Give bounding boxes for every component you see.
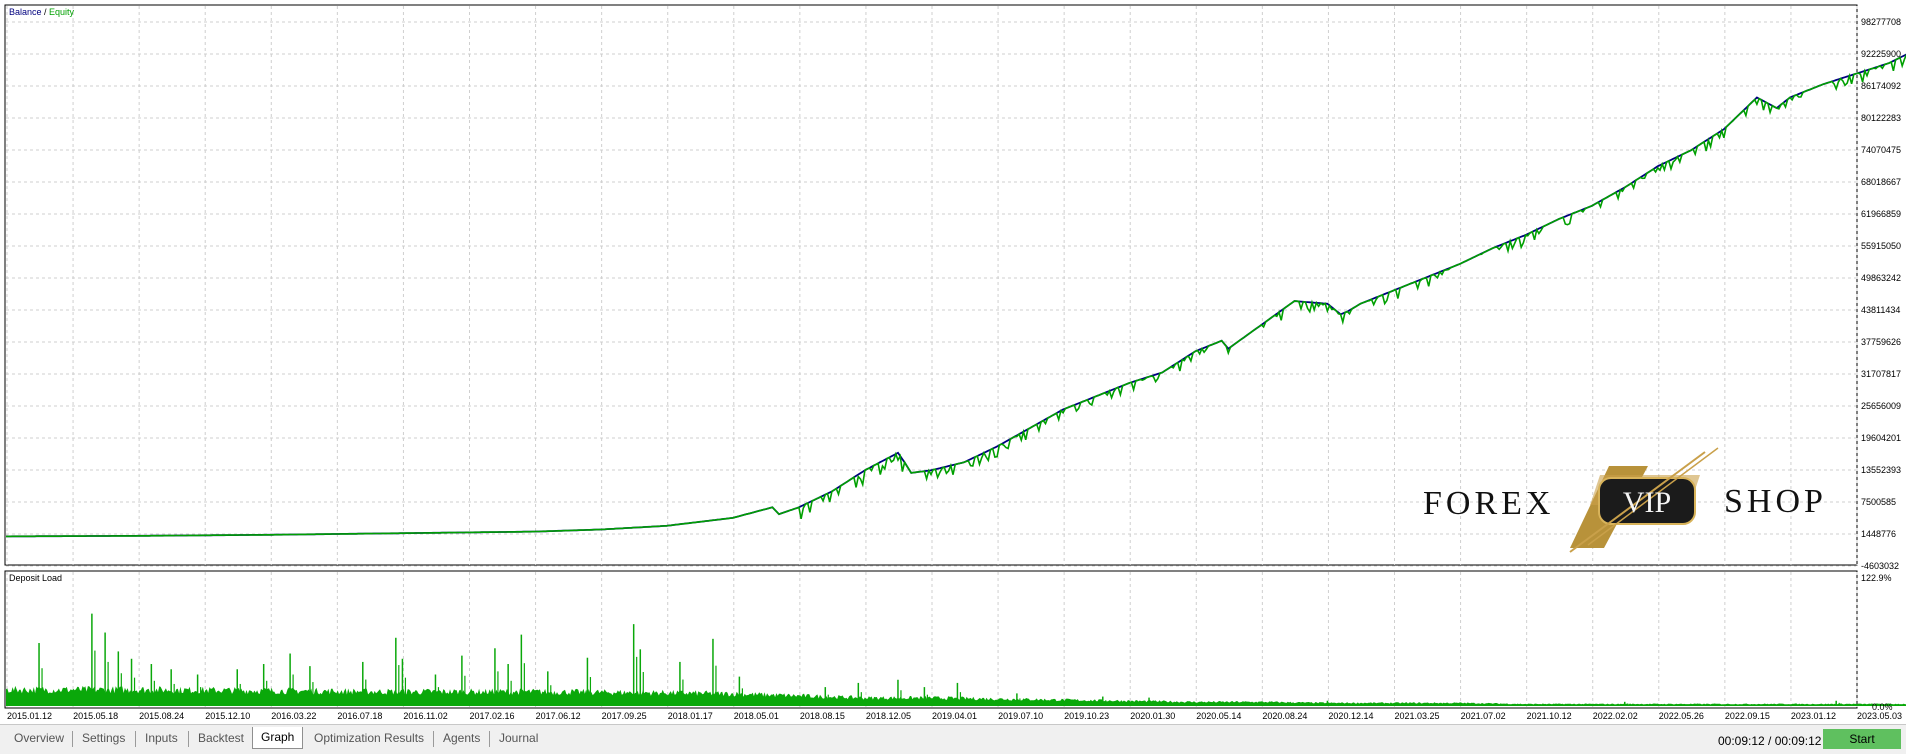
x-axis-ticks: 2015.01.12 2015.05.18 2015.08.24 2015.12.10… bbox=[7, 711, 1902, 721]
elapsed-timer: 00:09:12 / 00:09:12 bbox=[1718, 734, 1822, 748]
tab-agents[interactable]: Agents bbox=[435, 728, 488, 748]
tab-settings[interactable]: Settings bbox=[74, 728, 133, 748]
x-tick-label: 2018.05.01 bbox=[734, 711, 779, 721]
tab-separator bbox=[135, 731, 136, 747]
tab-inputs[interactable]: Inputs bbox=[137, 728, 186, 748]
x-tick-label: 2016.03.22 bbox=[271, 711, 316, 721]
x-tick-label: 2020.05.14 bbox=[1196, 711, 1241, 721]
x-tick-label: 2018.01.17 bbox=[668, 711, 713, 721]
start-button[interactable]: Start bbox=[1823, 729, 1901, 749]
x-tick-label: 2019.04.01 bbox=[932, 711, 977, 721]
tab-separator bbox=[433, 731, 434, 747]
tab-overview[interactable]: Overview bbox=[6, 728, 72, 748]
tab-journal[interactable]: Journal bbox=[491, 728, 546, 748]
x-tick-label: 2016.07.18 bbox=[337, 711, 382, 721]
x-tick-label: 2015.05.18 bbox=[73, 711, 118, 721]
tab-optimization-results[interactable]: Optimization Results bbox=[306, 728, 432, 748]
tester-tab-bar: Overview Settings Inputs Backtest Graph … bbox=[0, 724, 1906, 754]
x-tick-label: 2017.02.16 bbox=[470, 711, 515, 721]
tab-separator bbox=[188, 731, 189, 747]
x-tick-label: 2022.05.26 bbox=[1659, 711, 1704, 721]
x-tick-label: 2019.10.23 bbox=[1064, 711, 1109, 721]
x-tick-label: 2018.12.05 bbox=[866, 711, 911, 721]
tab-separator bbox=[489, 731, 490, 747]
tab-separator bbox=[72, 731, 73, 747]
x-tick-label: 2022.02.02 bbox=[1593, 711, 1638, 721]
x-tick-label: 2015.01.12 bbox=[7, 711, 52, 721]
x-tick-label: 2019.07.10 bbox=[998, 711, 1043, 721]
legend-deposit-load: Deposit Load bbox=[9, 573, 62, 583]
tab-graph[interactable]: Graph bbox=[252, 727, 304, 749]
x-tick-label: 2020.01.30 bbox=[1130, 711, 1175, 721]
x-tick-label: 2023.05.03 bbox=[1857, 711, 1902, 721]
x-tick-label: 2015.08.24 bbox=[139, 711, 184, 721]
x-tick-label: 2017.09.25 bbox=[602, 711, 647, 721]
x-tick-label: 2021.10.12 bbox=[1527, 711, 1572, 721]
x-tick-label: 2022.09.15 bbox=[1725, 711, 1770, 721]
deposit-load-chart: 122.9%0.0% 2015.01.12 2015.05.18 2015.08.2… bbox=[4, 570, 1906, 721]
x-tick-label: 2017.06.12 bbox=[536, 711, 581, 721]
tab-backtest[interactable]: Backtest bbox=[190, 728, 252, 748]
y-tick-label: 122.9% bbox=[1861, 573, 1892, 583]
x-tick-label: 2021.03.25 bbox=[1395, 711, 1440, 721]
load-y-axis-ticks: 122.9%0.0% bbox=[1861, 573, 1893, 712]
x-tick-label: 2020.12.14 bbox=[1328, 711, 1373, 721]
x-tick-label: 2018.08.15 bbox=[800, 711, 845, 721]
x-tick-label: 2023.01.12 bbox=[1791, 711, 1836, 721]
x-tick-label: 2016.11.02 bbox=[403, 711, 447, 721]
x-tick-label: 2021.07.02 bbox=[1461, 711, 1506, 721]
x-tick-label: 2020.08.24 bbox=[1262, 711, 1307, 721]
x-tick-label: 2015.12.10 bbox=[205, 711, 250, 721]
